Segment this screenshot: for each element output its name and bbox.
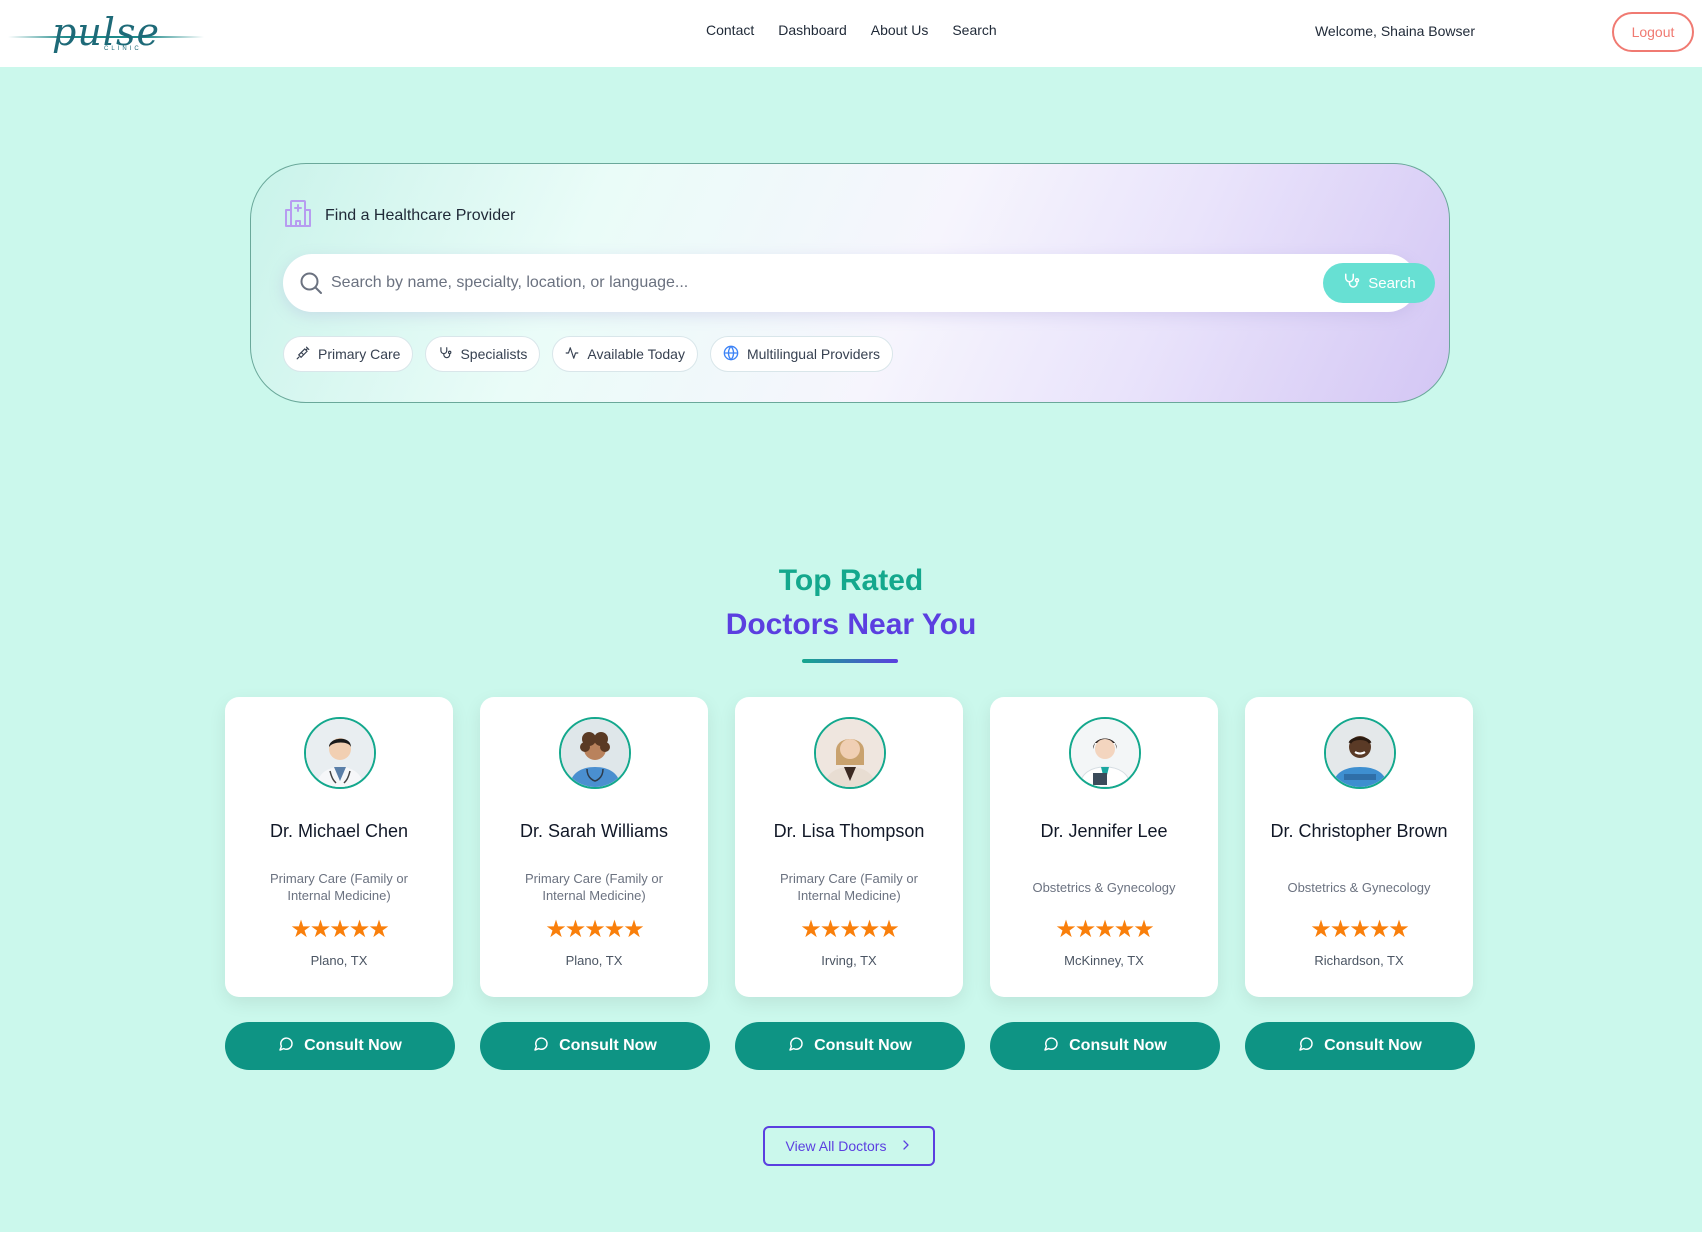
stethoscope-icon	[438, 346, 452, 363]
nav-link-search[interactable]: Search	[952, 22, 996, 38]
activity-icon	[565, 346, 579, 363]
syringe-icon	[296, 346, 310, 363]
doctor-avatar	[1324, 717, 1396, 789]
doctor-location: Plano, TX	[565, 953, 623, 968]
filter-chips: Primary Care Specialists Available Today	[283, 336, 894, 372]
consult-now-label: Consult Now	[304, 1037, 402, 1054]
consult-now-button[interactable]: Consult Now	[990, 1022, 1220, 1070]
search-bar: Search	[283, 254, 1435, 312]
chip-label: Primary Care	[318, 346, 401, 362]
top-navbar: pulse CLINIC Contact Dashboard About Us …	[0, 0, 1702, 67]
doctor-name: Dr. Jennifer Lee	[1040, 821, 1168, 841]
doctor-name: Dr. Lisa Thompson	[773, 821, 925, 841]
rating-stars: ★★★★★	[800, 915, 900, 943]
search-input[interactable]	[331, 266, 1231, 300]
chat-bubble-icon	[1298, 1036, 1314, 1057]
pulse-logo[interactable]: pulse CLINIC	[8, 6, 208, 58]
globe-icon	[723, 345, 739, 364]
doctor-avatar	[304, 717, 376, 789]
doctor-location: Plano, TX	[310, 953, 368, 968]
doctor-card-column: Dr. Christopher Brown Obstetrics & Gynec…	[1245, 697, 1475, 1070]
nav-links: Contact Dashboard About Us Search	[706, 22, 1021, 38]
consult-now-button[interactable]: Consult Now	[480, 1022, 710, 1070]
chip-primary-care[interactable]: Primary Care	[283, 336, 414, 372]
doctor-specialty: Primary Care (Family or Internal Medicin…	[525, 871, 663, 903]
doctor-card-column: Dr. Lisa Thompson Primary Care (Family o…	[735, 697, 965, 1070]
search-icon	[299, 271, 323, 300]
consult-now-button[interactable]: Consult Now	[735, 1022, 965, 1070]
rating-stars: ★★★★★	[545, 915, 645, 943]
doctor-specialty: Obstetrics & Gynecology	[1287, 879, 1431, 895]
doctor-card[interactable]: Dr. Lisa Thompson Primary Care (Family o…	[735, 697, 963, 997]
search-button[interactable]: Search	[1323, 263, 1435, 303]
doctor-name: Dr. Sarah Williams	[519, 821, 669, 841]
chat-bubble-icon	[278, 1036, 294, 1057]
logo-subtitle: CLINIC	[104, 46, 142, 52]
view-all-doctors-button[interactable]: View All Doctors	[763, 1126, 935, 1166]
chip-available-today[interactable]: Available Today	[552, 336, 698, 372]
doctor-name: Dr. Michael Chen	[269, 821, 409, 841]
doctor-name: Dr. Christopher Brown	[1270, 821, 1448, 841]
rating-stars: ★★★★★	[1310, 915, 1410, 943]
doctor-card-column: Dr. Jennifer Lee Obstetrics & Gynecology…	[990, 697, 1220, 1070]
welcome-text: Welcome, Shaina Bowser	[1314, 23, 1475, 39]
nav-link-contact[interactable]: Contact	[706, 22, 754, 38]
logout-button[interactable]: Logout	[1612, 12, 1694, 52]
consult-now-button[interactable]: Consult Now	[1245, 1022, 1475, 1070]
doctor-card-column: Dr. Sarah Williams Primary Care (Family …	[480, 697, 710, 1070]
chip-label: Multilingual Providers	[746, 346, 881, 362]
chip-label: Available Today	[587, 346, 685, 362]
doctor-specialty: Primary Care (Family or Internal Medicin…	[780, 871, 918, 903]
consult-now-button[interactable]: Consult Now	[225, 1022, 455, 1070]
doctor-location: Richardson, TX	[1314, 953, 1404, 968]
stethoscope-icon	[1342, 272, 1360, 294]
consult-now-label: Consult Now	[1069, 1037, 1167, 1054]
chat-bubble-icon	[788, 1036, 804, 1057]
section-title-underline	[802, 659, 898, 663]
hospital-icon	[283, 198, 313, 233]
doctor-card-column: Dr. Michael Chen Primary Care (Family or…	[225, 697, 455, 1070]
doctor-card[interactable]: Dr. Jennifer Lee Obstetrics & Gynecology…	[990, 697, 1218, 997]
chip-specialists[interactable]: Specialists	[425, 336, 541, 372]
card-header: Find a Healthcare Provider	[283, 198, 515, 233]
chevron-right-icon	[900, 1138, 912, 1154]
chip-label: Specialists	[460, 346, 528, 362]
doctor-specialty: Primary Care (Family or Internal Medicin…	[270, 871, 408, 903]
section-title-line2: Doctors Near You	[725, 608, 977, 641]
doctor-card[interactable]: Dr. Michael Chen Primary Care (Family or…	[225, 697, 453, 997]
doctor-specialty: Obstetrics & Gynecology	[1032, 879, 1176, 895]
nav-link-dashboard[interactable]: Dashboard	[778, 22, 847, 38]
card-title: Find a Healthcare Provider	[325, 206, 516, 224]
consult-now-label: Consult Now	[814, 1037, 912, 1054]
view-all-label: View All Doctors	[785, 1138, 887, 1154]
chip-multilingual-providers[interactable]: Multilingual Providers	[709, 336, 894, 372]
search-button-label: Search	[1368, 274, 1416, 292]
chat-bubble-icon	[533, 1036, 549, 1057]
section-title-line1: Top Rated	[778, 564, 924, 597]
doctor-location: Irving, TX	[821, 953, 877, 968]
doctor-location: McKinney, TX	[1064, 953, 1144, 968]
doctor-avatar	[814, 717, 886, 789]
doctor-card[interactable]: Dr. Sarah Williams Primary Care (Family …	[480, 697, 708, 997]
consult-now-label: Consult Now	[1324, 1037, 1422, 1054]
doctor-card[interactable]: Dr. Christopher Brown Obstetrics & Gynec…	[1245, 697, 1473, 997]
doctor-avatar	[559, 717, 631, 789]
consult-now-label: Consult Now	[559, 1037, 657, 1054]
find-provider-card: Find a Healthcare Provider Search by nam…	[250, 163, 1450, 403]
nav-link-about-us[interactable]: About Us	[871, 22, 929, 38]
doctor-avatar	[1069, 717, 1141, 789]
chat-bubble-icon	[1043, 1036, 1059, 1057]
rating-stars: ★★★★★	[1055, 915, 1155, 943]
rating-stars: ★★★★★	[290, 915, 390, 943]
